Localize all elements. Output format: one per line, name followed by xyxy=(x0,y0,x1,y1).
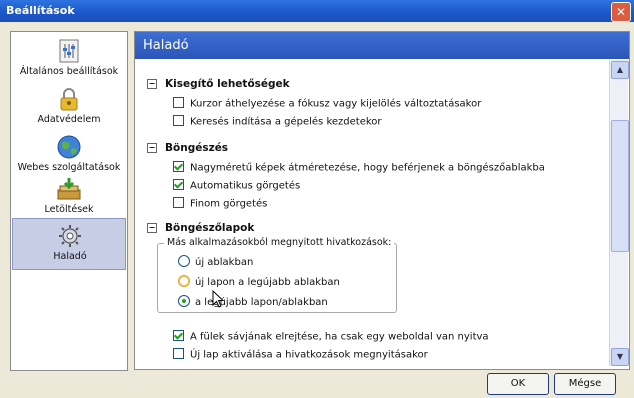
option-label: új ablakban xyxy=(195,257,254,268)
collapse-toggle-icon[interactable]: − xyxy=(147,79,157,89)
section-title: Böngészés xyxy=(165,142,229,154)
sidebar-item-label: Általános beállítások xyxy=(19,66,119,77)
option-type-to-search[interactable]: Keresés indítása a gépelés kezdetekor xyxy=(173,115,382,128)
sidebar-item-label: Haladó xyxy=(53,251,87,262)
preferences-window: Beállítások ✕ Általános beállítások Adat… xyxy=(0,0,634,398)
category-sidebar: Általános beállítások Adatvédelem Webes … xyxy=(10,31,128,371)
radio-button[interactable] xyxy=(178,275,190,287)
option-label: Finom görgetés xyxy=(190,198,268,210)
scroll-up-icon[interactable]: ▲ xyxy=(611,61,629,79)
radio-recent-tab-window[interactable]: a legújabb lapon/ablakban xyxy=(178,295,328,308)
checkbox[interactable] xyxy=(173,348,184,359)
downloads-icon xyxy=(57,178,81,200)
window-title: Beállítások xyxy=(6,4,75,17)
sidebar-item-advanced[interactable]: Haladó xyxy=(12,218,126,270)
option-label: Nagyméretű képek átméretezése, hogy befé… xyxy=(190,162,545,174)
option-hide-tab-bar[interactable]: A fülek sávjának elrejtése, ha csak egy … xyxy=(173,330,489,343)
scroll-thumb[interactable] xyxy=(611,120,629,252)
vertical-scrollbar[interactable]: ▲ ▼ xyxy=(609,60,629,366)
checkbox[interactable] xyxy=(173,97,184,108)
scroll-down-icon[interactable]: ▼ xyxy=(611,348,629,366)
collapse-toggle-icon[interactable]: − xyxy=(147,223,157,233)
title-bar[interactable]: Beállítások ✕ xyxy=(0,0,634,22)
radio-new-window[interactable]: új ablakban xyxy=(178,255,254,268)
section-tabs[interactable]: − Böngészőlapok xyxy=(147,222,254,234)
radio-button-selected[interactable] xyxy=(178,295,190,307)
option-resize-images[interactable]: Nagyméretű képek átméretezése, hogy befé… xyxy=(173,161,545,174)
panel-header: Haladó xyxy=(135,32,629,59)
sidebar-item-downloads[interactable]: Letöltések xyxy=(12,172,126,222)
checkbox-checked[interactable] xyxy=(173,330,184,341)
option-label: Új lap aktiválása a hivatkozások megnyit… xyxy=(190,349,428,361)
globe-icon xyxy=(57,135,81,159)
sidebar-item-general[interactable]: Általános beállítások xyxy=(12,34,126,84)
radio-button[interactable] xyxy=(178,255,190,267)
checkbox[interactable] xyxy=(173,115,184,126)
close-button[interactable]: ✕ xyxy=(611,2,631,22)
option-label: Keresés indítása a gépelés kezdetekor xyxy=(190,116,382,128)
option-label: új lapon a legújabb ablakban xyxy=(195,277,340,288)
panel-title: Haladó xyxy=(143,38,189,53)
gear-icon xyxy=(59,225,81,247)
sidebar-item-label: Letöltések xyxy=(44,204,94,215)
option-label: Automatikus görgetés xyxy=(190,180,301,192)
option-activate-new-tab[interactable]: Új lap aktiválása a hivatkozások megnyit… xyxy=(173,348,428,361)
group-legend: Más alkalmazásokból megnyitott hivatkozá… xyxy=(164,237,395,248)
collapse-toggle-icon[interactable]: − xyxy=(147,143,157,153)
checkbox-checked[interactable] xyxy=(173,179,184,190)
radio-new-tab-recent-window[interactable]: új lapon a legújabb ablakban xyxy=(178,275,340,288)
option-move-cursor[interactable]: Kurzor áthelyezése a fókusz vagy kijelöl… xyxy=(173,97,482,110)
section-browsing[interactable]: − Böngészés xyxy=(147,142,228,154)
sidebar-item-label: Adatvédelem xyxy=(37,114,101,125)
section-accessibility[interactable]: − Kisegítő lehetőségek xyxy=(147,78,290,90)
general-settings-icon xyxy=(59,39,79,63)
checkbox[interactable] xyxy=(173,197,184,208)
option-smooth-scroll[interactable]: Finom görgetés xyxy=(173,197,268,210)
privacy-lock-icon xyxy=(60,88,78,111)
mouse-pointer-icon xyxy=(212,290,225,308)
cancel-button[interactable]: Mégse xyxy=(554,373,616,395)
section-title: Kisegítő lehetőségek xyxy=(165,78,290,90)
option-label: A fülek sávjának elrejtése, ha csak egy … xyxy=(190,331,489,343)
settings-scroll-area[interactable]: − Kisegítő lehetőségek Kurzor áthelyezése… xyxy=(135,60,629,368)
checkbox-checked[interactable] xyxy=(173,161,184,172)
section-title: Böngészőlapok xyxy=(165,222,255,234)
settings-panel: Haladó − Kisegítő lehetőségek Kurzor áthe… xyxy=(134,31,630,370)
option-autoscroll[interactable]: Automatikus görgetés xyxy=(173,179,301,192)
open-links-group: Más alkalmazásokból megnyitott hivatkozá… xyxy=(157,237,397,313)
option-label: Kurzor áthelyezése a fókusz vagy kijelöl… xyxy=(190,98,482,110)
sidebar-item-privacy[interactable]: Adatvédelem xyxy=(12,82,126,132)
ok-button[interactable]: OK xyxy=(487,373,549,395)
